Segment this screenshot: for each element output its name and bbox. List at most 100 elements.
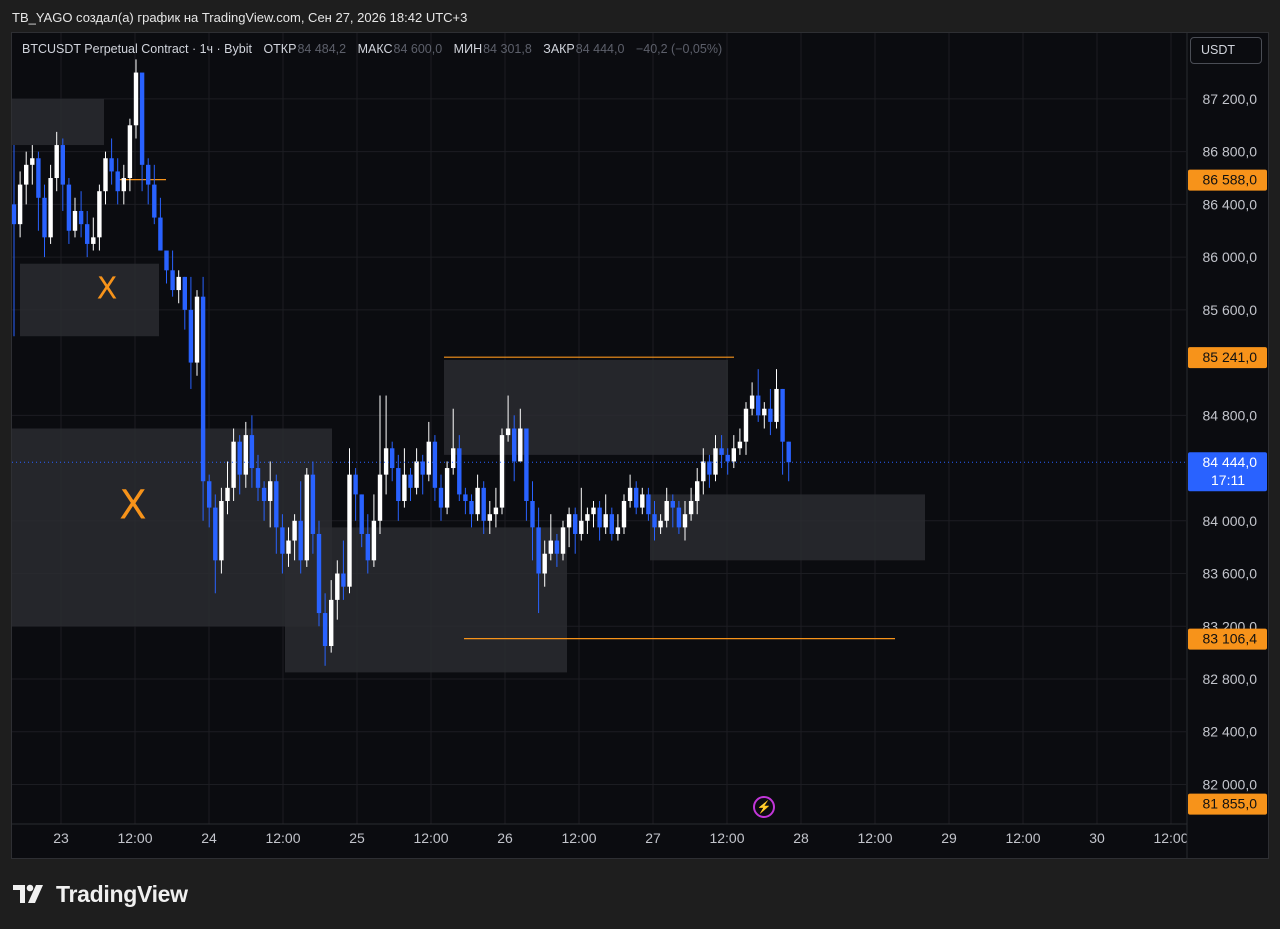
candle[interactable] (127, 118, 133, 192)
candlestick-chart[interactable]: X X 23 12:00 24 12:00 25 12:00 26 12:00 27 12:00 28… (12, 33, 1268, 858)
candle[interactable] (426, 421, 431, 482)
candle[interactable] (420, 454, 425, 495)
zone-rectangle[interactable] (20, 263, 159, 337)
candle[interactable] (634, 481, 639, 515)
candle[interactable] (377, 395, 383, 534)
candle[interactable] (133, 59, 139, 139)
candle[interactable] (414, 448, 419, 495)
candle[interactable] (66, 178, 72, 244)
candle[interactable] (481, 481, 486, 534)
candle[interactable] (609, 507, 614, 541)
zone-rectangle[interactable] (12, 98, 104, 146)
x-tick-label: 12:00 (857, 830, 892, 846)
candle[interactable] (749, 382, 755, 416)
candle[interactable] (48, 164, 53, 244)
lightning-icon[interactable]: ⚡ (753, 796, 775, 818)
candle[interactable] (737, 428, 743, 455)
candle[interactable] (85, 210, 90, 258)
price-label[interactable]: 86 588,0 (1188, 169, 1267, 191)
price-label[interactable]: 84 444,0 17:11 (1188, 452, 1267, 492)
candle[interactable] (30, 145, 35, 185)
candle[interactable] (103, 151, 108, 205)
price-label[interactable]: 85 241,0 (1188, 347, 1267, 369)
candle[interactable] (603, 494, 608, 534)
candle[interactable] (731, 435, 736, 469)
candle-body (499, 435, 505, 508)
candle[interactable] (408, 468, 413, 502)
candle[interactable] (390, 441, 395, 482)
chart-frame[interactable]: X X 23 12:00 24 12:00 25 12:00 26 12:00 27 12:00 28… (11, 32, 1269, 859)
candle[interactable] (316, 520, 322, 627)
candle[interactable] (158, 197, 163, 251)
chart-caption: TB_YAGO создал(а) график на TradingView.… (12, 10, 468, 25)
candle[interactable] (493, 487, 499, 528)
candle[interactable] (701, 448, 706, 495)
candle[interactable] (152, 164, 157, 225)
candle[interactable] (621, 494, 627, 534)
candle[interactable] (42, 184, 47, 258)
candle[interactable] (463, 487, 468, 515)
candle-body (139, 72, 145, 165)
candle[interactable] (36, 151, 41, 231)
candle-body (786, 441, 791, 463)
candle[interactable] (139, 72, 145, 192)
symbol-title[interactable]: BTCUSDT Perpetual Contract · 1ч · Bybit (22, 42, 252, 56)
candle[interactable] (615, 514, 621, 541)
candle[interactable] (707, 454, 712, 488)
candle[interactable] (304, 468, 309, 567)
candle[interactable] (402, 448, 407, 508)
candle[interactable] (762, 402, 767, 429)
annotation-x-mark[interactable]: X (119, 483, 146, 529)
candle[interactable] (469, 494, 474, 528)
candle[interactable] (627, 474, 633, 508)
candle[interactable] (786, 441, 791, 482)
candle[interactable] (24, 151, 29, 205)
candle[interactable] (182, 276, 187, 330)
candle[interactable] (774, 369, 779, 429)
candle[interactable] (768, 388, 773, 436)
candle[interactable] (176, 270, 181, 304)
candle[interactable] (146, 158, 151, 205)
candle[interactable] (566, 507, 572, 548)
candle[interactable] (194, 290, 200, 376)
currency-button[interactable]: USDT (1190, 37, 1262, 64)
candle[interactable] (585, 507, 590, 534)
candle[interactable] (12, 145, 17, 337)
candle[interactable] (524, 428, 529, 521)
candle[interactable] (573, 507, 578, 554)
candle[interactable] (444, 461, 450, 515)
zone-rectangle[interactable] (444, 359, 728, 455)
price-label[interactable]: 81 855,0 (1188, 793, 1267, 815)
candle[interactable] (91, 217, 96, 251)
price-label[interactable]: 83 106,4 (1188, 628, 1267, 650)
candle[interactable] (396, 454, 401, 521)
candle[interactable] (579, 487, 584, 541)
candle[interactable] (115, 158, 120, 205)
candle[interactable] (640, 487, 645, 515)
candle[interactable] (475, 474, 480, 521)
candle[interactable] (347, 448, 352, 594)
candle[interactable] (597, 501, 602, 541)
annotation-x-mark[interactable]: X (97, 272, 118, 307)
candle[interactable] (17, 171, 23, 238)
candle[interactable] (499, 428, 505, 515)
zone-rectangle[interactable] (285, 527, 567, 673)
candle[interactable] (109, 138, 114, 185)
candle[interactable] (646, 487, 651, 521)
candle[interactable] (164, 250, 169, 284)
candle[interactable] (438, 474, 444, 521)
candle[interactable] (591, 501, 596, 528)
candle-body (219, 501, 224, 561)
y-tick-label: 87 200,0 (1203, 91, 1258, 107)
candle[interactable] (78, 191, 84, 238)
candle[interactable] (121, 164, 126, 205)
candle-body (121, 178, 126, 192)
candle[interactable] (432, 435, 438, 502)
candle[interactable] (72, 197, 78, 238)
candle[interactable] (756, 369, 761, 422)
candle[interactable] (743, 402, 749, 455)
candle[interactable] (383, 395, 389, 495)
candle[interactable] (97, 184, 102, 251)
candle[interactable] (371, 494, 377, 567)
candle[interactable] (188, 276, 194, 389)
